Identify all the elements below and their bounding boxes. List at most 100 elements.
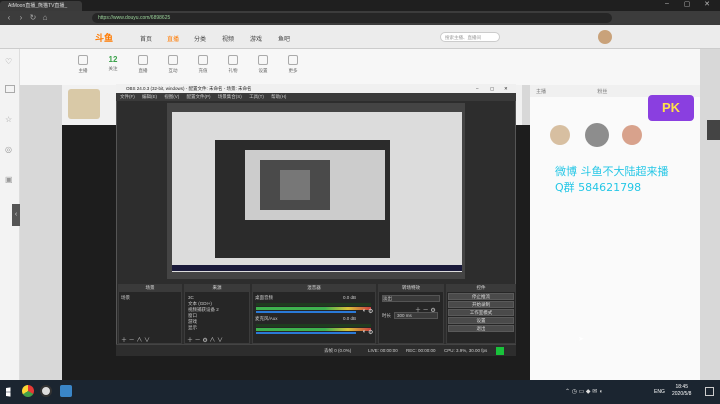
- avatar[interactable]: [598, 30, 612, 44]
- window-minimize-icon[interactable]: –: [660, 0, 674, 11]
- tool-item[interactable]: 12 关注: [98, 55, 128, 72]
- obs-status-bar: 丢帧 0 (0.0%) LIVE: 00:00:00 REC: 00:00:00…: [116, 344, 516, 356]
- browser-tab-bar: AtMoon直播_熊猫TV直播_ – ▢ ✕: [0, 0, 720, 11]
- start-icon[interactable]: [6, 387, 11, 397]
- source-item[interactable]: 显示: [188, 325, 197, 331]
- obs-minimize-icon[interactable]: –: [476, 84, 479, 93]
- site-logo[interactable]: 斗鱼: [95, 31, 113, 44]
- collapse-arrow-icon[interactable]: ‹: [12, 204, 20, 226]
- tool-item[interactable]: 礼物: [218, 55, 248, 74]
- obs-maximize-icon[interactable]: ▢: [490, 84, 494, 93]
- tool-item[interactable]: 充值: [188, 55, 218, 74]
- tab-title: AtMoon直播_熊猫TV直播_: [8, 3, 68, 9]
- app-icon[interactable]: [60, 385, 72, 397]
- rec-time: REC: 00:00:00: [406, 348, 436, 353]
- studio-mode-button[interactable]: 工作室模式: [448, 309, 514, 316]
- window-close-icon[interactable]: ✕: [700, 0, 714, 11]
- gear-icon[interactable]: ⚙: [368, 308, 373, 315]
- pk-badge[interactable]: PK: [648, 95, 694, 121]
- obs-icon[interactable]: [40, 385, 52, 397]
- dock-title: 控件: [446, 284, 516, 292]
- tool-item[interactable]: 互动: [158, 55, 188, 74]
- tool-item[interactable]: 直播: [128, 55, 158, 74]
- video-icon[interactable]: [5, 85, 15, 93]
- dock-title: 场景: [118, 284, 182, 292]
- back-icon[interactable]: ‹: [4, 13, 14, 23]
- fan-avatar[interactable]: [622, 125, 642, 145]
- scene-item[interactable]: 场景: [121, 295, 130, 301]
- dock-title: 来源: [184, 284, 250, 292]
- nav-link[interactable]: 首页: [140, 34, 152, 43]
- stop-streaming-button[interactable]: 停止推流: [448, 293, 514, 300]
- nav-link[interactable]: 直播: [167, 34, 179, 43]
- cpu-fps: CPU: 3.9%, 30.00 fps: [444, 348, 488, 353]
- forward-icon[interactable]: ›: [16, 13, 26, 23]
- reload-icon[interactable]: ↻: [28, 13, 38, 23]
- heart-icon[interactable]: ♡: [5, 57, 15, 66]
- audio-meter: [256, 303, 371, 306]
- obs-close-icon[interactable]: ✕: [504, 84, 508, 93]
- settings-button[interactable]: 设置: [448, 317, 514, 324]
- browser-tab[interactable]: AtMoon直播_熊猫TV直播_: [0, 1, 82, 11]
- mouse-cursor-icon: ➤: [578, 336, 584, 343]
- overlay-weibo: 微博 斗鱼不大陆超来播: [555, 165, 669, 178]
- obs-menu-bar: 文件(F) 编辑(E) 视图(V) 配置文件(P) 场景集合(S) 工具(T) …: [116, 93, 516, 101]
- gear-icon[interactable]: ⚙: [368, 329, 373, 336]
- obs-title: OBS 24.0.3 (32-bit, windows) - 配置文件: 未命名…: [126, 86, 252, 91]
- overlay-qq-group: Q群 584621798: [555, 181, 642, 194]
- tool-item[interactable]: 主播: [68, 55, 98, 74]
- home-icon[interactable]: ⌂: [40, 13, 50, 23]
- audio-meter: [256, 324, 371, 327]
- scenes-dock: 场景 ＋ － ∧ ∨: [118, 284, 182, 344]
- bell-icon[interactable]: ◎: [5, 145, 12, 154]
- language-indicator[interactable]: ENG: [654, 389, 665, 395]
- dock-title: 混音器: [252, 284, 376, 292]
- menu-item[interactable]: 配置文件(P): [187, 94, 211, 99]
- tool-item[interactable]: 更多: [278, 55, 308, 74]
- gift-icon[interactable]: ▣: [5, 175, 13, 184]
- dock-title: 转场特效: [378, 284, 444, 292]
- nav-link[interactable]: 视频: [222, 34, 234, 43]
- url-field[interactable]: https://www.douyu.com/6898625: [92, 13, 612, 23]
- tab-streamer[interactable]: 主播: [536, 89, 546, 95]
- tab-fans[interactable]: 粉丝: [597, 89, 607, 95]
- window-maximize-icon[interactable]: ▢: [680, 0, 694, 11]
- menu-item[interactable]: 场景集合(S): [218, 94, 242, 99]
- menu-item[interactable]: 文件(F): [120, 94, 135, 99]
- notification-icon[interactable]: [705, 387, 714, 396]
- exit-button[interactable]: 退出: [448, 325, 514, 332]
- tool-row: 主播 12 关注 直播 互动 充值 礼物 设置 更多: [20, 49, 700, 85]
- mixer-channel-db: 0.0 dB: [343, 316, 357, 321]
- star-icon[interactable]: ☆: [5, 115, 12, 124]
- nav-link[interactable]: 游戏: [250, 34, 262, 43]
- streamer-avatar[interactable]: [68, 89, 100, 119]
- speaker-icon[interactable]: ◖: [362, 329, 366, 335]
- site-header: 斗鱼 首页 直播 分类 视频 游戏 鱼吧 搜索主播、直播间: [0, 25, 720, 49]
- browser-icon[interactable]: [22, 385, 34, 397]
- menu-item[interactable]: 帮助(H): [271, 94, 286, 99]
- system-clock[interactable]: 18:45 2020/5/8: [672, 384, 691, 398]
- transition-select[interactable]: 淡出: [382, 295, 440, 302]
- fan-avatar[interactable]: [585, 123, 609, 147]
- start-recording-button[interactable]: 开始录制: [448, 301, 514, 308]
- menu-item[interactable]: 工具(T): [249, 94, 264, 99]
- volume-slider[interactable]: [256, 311, 356, 313]
- side-scroll-button[interactable]: [707, 120, 720, 140]
- live-time: LIVE: 00:00:00: [368, 348, 398, 353]
- tool-item[interactable]: 设置: [248, 55, 278, 74]
- mixer-channel-name: 麦克风/Aux: [255, 316, 278, 321]
- tray-icons[interactable]: ⌃ ◷ ▭ ◆ ✉ ◖: [565, 388, 603, 395]
- dropped-frames: 丢帧 0 (0.0%): [324, 348, 352, 353]
- search-input[interactable]: 搜索主播、直播间: [440, 32, 500, 42]
- audio-meter: [256, 328, 371, 331]
- volume-slider[interactable]: [256, 332, 356, 334]
- speaker-icon[interactable]: ◖: [362, 308, 366, 314]
- menu-item[interactable]: 编辑(E): [142, 94, 157, 99]
- nav-link[interactable]: 分类: [194, 34, 206, 43]
- duration-field[interactable]: 300 ms: [394, 312, 438, 319]
- add-remove-icon[interactable]: ＋ － ⚙ ∧ ∨: [187, 335, 223, 344]
- menu-item[interactable]: 视图(V): [164, 94, 179, 99]
- fan-avatar[interactable]: [550, 125, 570, 145]
- nav-link[interactable]: 鱼吧: [278, 34, 290, 43]
- add-remove-icon[interactable]: ＋ － ∧ ∨: [121, 335, 150, 344]
